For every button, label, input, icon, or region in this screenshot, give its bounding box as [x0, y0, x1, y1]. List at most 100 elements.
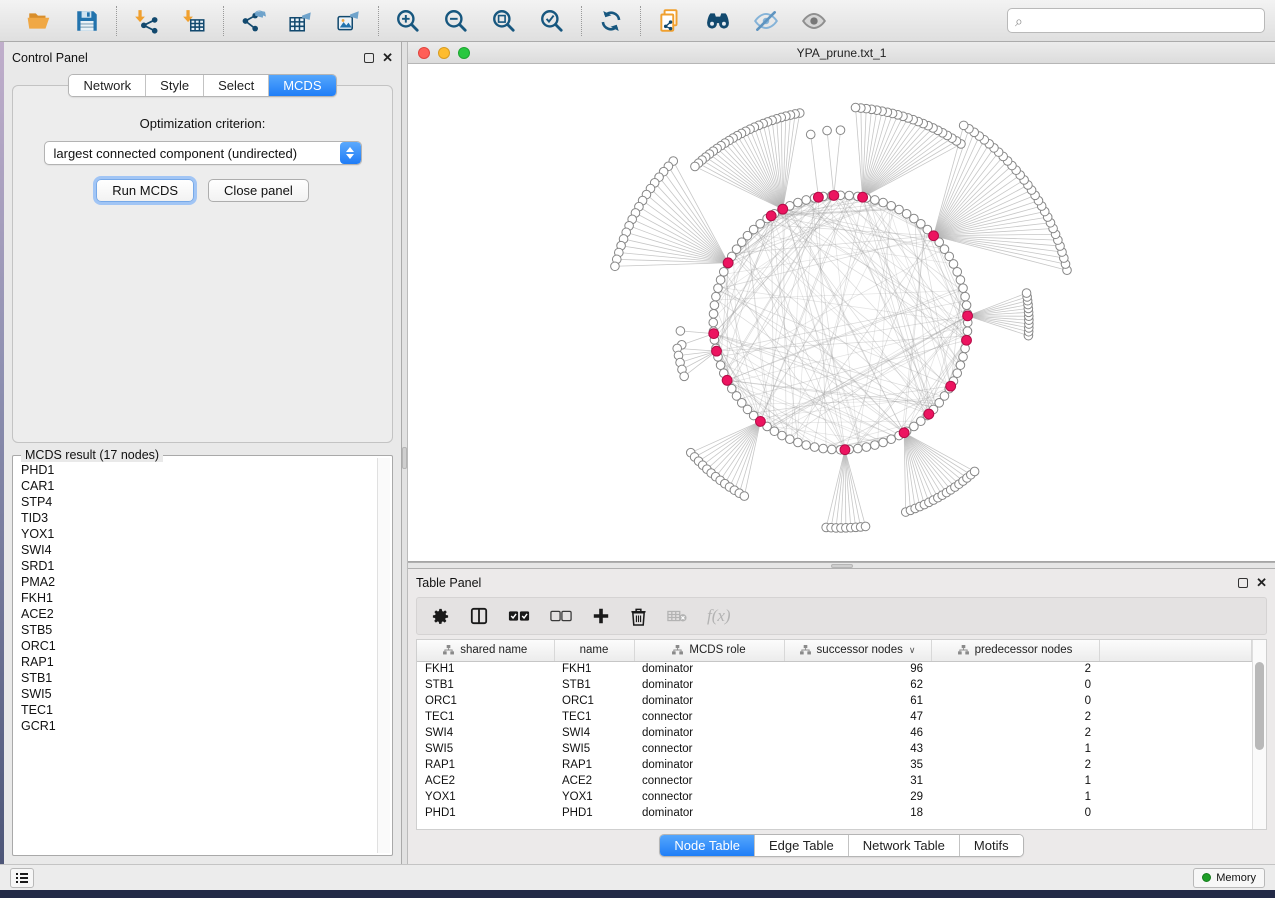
tab-edge-table[interactable]: Edge Table	[755, 835, 849, 856]
table-cell[interactable]: PHD1	[417, 805, 554, 821]
table-cell[interactable]: ORC1	[554, 693, 634, 709]
mcds-node-item[interactable]: RAP1	[21, 654, 375, 670]
zoom-in-icon[interactable]	[391, 6, 425, 36]
table-cell[interactable]: RAP1	[554, 757, 634, 773]
network-node[interactable]	[959, 353, 968, 362]
network-node[interactable]	[970, 467, 979, 476]
tab-select[interactable]: Select	[204, 75, 269, 96]
dominator-node[interactable]	[858, 192, 868, 202]
table-cell[interactable]: TEC1	[417, 709, 554, 725]
table-cell[interactable]: connector	[634, 709, 784, 725]
network-node[interactable]	[851, 103, 860, 112]
network-node[interactable]	[676, 327, 685, 336]
dominator-node[interactable]	[709, 329, 719, 339]
dominator-node[interactable]	[756, 417, 766, 427]
table-cell[interactable]: 0	[931, 693, 1099, 709]
table-cell[interactable]: 43	[784, 741, 931, 757]
column-header-name[interactable]: name	[554, 640, 634, 661]
table-cell[interactable]: 29	[784, 789, 931, 805]
float-panel-icon[interactable]	[364, 53, 374, 63]
network-node[interactable]	[810, 443, 819, 452]
network-node[interactable]	[611, 262, 620, 271]
network-node[interactable]	[716, 361, 725, 370]
table-cell[interactable]: 31	[784, 773, 931, 789]
network-node[interactable]	[680, 372, 689, 381]
network-node[interactable]	[794, 198, 803, 207]
close-panel-button[interactable]: Close panel	[208, 179, 309, 202]
network-node[interactable]	[691, 162, 700, 171]
table-cell[interactable]: 0	[931, 805, 1099, 821]
dominator-node[interactable]	[778, 204, 788, 214]
network-node[interactable]	[871, 196, 880, 205]
delete-column-icon[interactable]	[630, 607, 647, 626]
table-settings-icon[interactable]	[431, 607, 450, 626]
network-node[interactable]	[887, 435, 896, 444]
mcds-node-item[interactable]: GCR1	[21, 718, 375, 734]
mcds-node-item[interactable]: CAR1	[21, 478, 375, 494]
table-cell[interactable]: 47	[784, 709, 931, 725]
mcds-node-item[interactable]: STB5	[21, 622, 375, 638]
table-row[interactable]: STB1STB1dominator620	[417, 677, 1252, 693]
network-node[interactable]	[710, 301, 719, 310]
table-cell[interactable]: dominator	[634, 725, 784, 741]
dominator-node[interactable]	[722, 375, 732, 385]
mcds-result-scrollbar[interactable]	[377, 458, 390, 853]
network-node[interactable]	[1022, 289, 1031, 298]
mcds-node-item[interactable]: FKH1	[21, 590, 375, 606]
find-icon[interactable]	[701, 6, 735, 36]
dominator-node[interactable]	[766, 211, 776, 221]
table-cell[interactable]: connector	[634, 789, 784, 805]
mcds-node-item[interactable]: PHD1	[21, 462, 375, 478]
dominator-node[interactable]	[962, 335, 972, 345]
import-table-icon[interactable]	[177, 6, 211, 36]
column-header-shared-name[interactable]: shared name	[417, 640, 554, 661]
dominator-node[interactable]	[924, 409, 934, 419]
network-node[interactable]	[879, 198, 888, 207]
table-cell[interactable]: 96	[784, 661, 931, 677]
dominator-node[interactable]	[899, 428, 909, 438]
network-node[interactable]	[962, 301, 971, 310]
tab-network-table[interactable]: Network Table	[849, 835, 960, 856]
zoom-selected-icon[interactable]	[535, 6, 569, 36]
horizontal-splitter[interactable]	[408, 562, 1275, 569]
table-cell[interactable]: 46	[784, 725, 931, 741]
table-cell[interactable]: 1	[931, 741, 1099, 757]
network-node[interactable]	[802, 441, 811, 450]
network-node[interactable]	[712, 292, 721, 301]
network-node[interactable]	[823, 126, 832, 135]
dominator-node[interactable]	[840, 445, 850, 455]
table-cell[interactable]: dominator	[634, 661, 784, 677]
show-all-icon[interactable]	[797, 6, 831, 36]
zoom-fit-icon[interactable]	[487, 6, 521, 36]
table-row[interactable]: RAP1RAP1dominator352	[417, 757, 1252, 773]
network-node[interactable]	[819, 444, 828, 453]
table-cell[interactable]: connector	[634, 773, 784, 789]
table-cell[interactable]: SWI4	[554, 725, 634, 741]
table-scrollbar[interactable]	[1252, 640, 1266, 829]
table-cell[interactable]: PHD1	[554, 805, 634, 821]
network-node[interactable]	[879, 438, 888, 447]
network-node[interactable]	[806, 130, 815, 139]
import-network-icon[interactable]	[129, 6, 163, 36]
zoom-out-icon[interactable]	[439, 6, 473, 36]
mcds-node-item[interactable]: TID3	[21, 510, 375, 526]
dominator-node[interactable]	[929, 231, 939, 241]
splitter-grip[interactable]	[402, 447, 407, 469]
table-row[interactable]: ORC1ORC1dominator610	[417, 693, 1252, 709]
table-cell[interactable]: FKH1	[554, 661, 634, 677]
task-history-button[interactable]	[10, 868, 34, 888]
network-node[interactable]	[861, 522, 870, 531]
table-cell[interactable]: SWI5	[554, 741, 634, 757]
table-cell[interactable]: STB1	[554, 677, 634, 693]
tab-network[interactable]: Network	[69, 75, 146, 96]
table-cell[interactable]: 2	[931, 661, 1099, 677]
network-node[interactable]	[956, 276, 965, 285]
float-table-panel-icon[interactable]	[1238, 578, 1248, 588]
table-row[interactable]: SWI5SWI5connector431	[417, 741, 1252, 757]
table-row[interactable]: YOX1YOX1connector291	[417, 789, 1252, 805]
table-cell[interactable]: STB1	[417, 677, 554, 693]
network-node[interactable]	[836, 126, 845, 135]
network-node[interactable]	[716, 276, 725, 285]
table-cell[interactable]: ACE2	[417, 773, 554, 789]
network-node[interactable]	[953, 268, 962, 277]
